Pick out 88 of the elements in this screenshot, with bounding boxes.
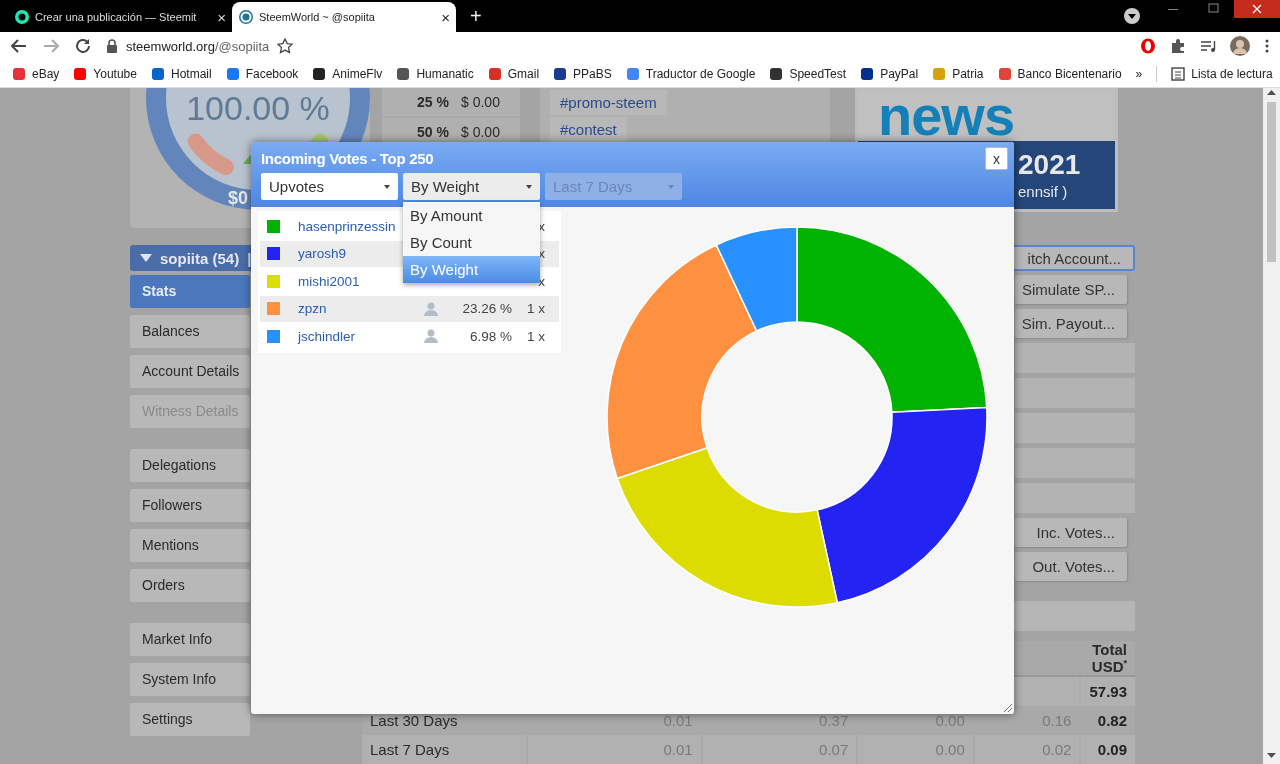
playlist-icon[interactable] — [1200, 38, 1216, 54]
bookmark[interactable]: eBay — [12, 66, 60, 81]
total-cell: 0.82 — [1080, 706, 1135, 735]
resize-grip-icon[interactable] — [1004, 704, 1012, 712]
total-cell: 0.09 — [1080, 735, 1135, 764]
votes-button[interactable]: Inc. Votes... — [1015, 518, 1127, 547]
sidebar-item[interactable]: Market Info — [130, 623, 250, 656]
bookmark[interactable]: Patria — [932, 66, 984, 81]
swirl-icon — [14, 9, 30, 25]
new-tab-button[interactable]: + — [466, 4, 486, 28]
banner-title: news — [877, 91, 1015, 141]
bookmark[interactable]: PPaBS — [553, 66, 612, 81]
count-text: 1 x — [526, 301, 546, 317]
account-name: sopiita (54) — [160, 249, 240, 267]
banner-year: 2021 — [1018, 149, 1081, 181]
browser-tab[interactable]: SteemWorld ~ @sopiita × — [232, 2, 456, 32]
avatar-icon[interactable] — [1230, 36, 1250, 56]
sidebar-item[interactable]: Account Details — [130, 355, 250, 388]
star-icon[interactable] — [277, 38, 294, 54]
browser-tab[interactable]: Crear una publicación — Steemit × — [8, 2, 232, 32]
bookmark[interactable]: Banco Bicentenario — [997, 66, 1122, 81]
row-label: Last 7 Days — [362, 735, 527, 764]
tag-link[interactable]: #contest — [550, 117, 627, 142]
modal-title: Incoming Votes - Top 250 — [261, 149, 434, 169]
bookmark[interactable]: Traductor de Google — [625, 66, 756, 81]
person-icon — [424, 301, 438, 316]
tab-title: Crear una publicación — Steemit — [35, 11, 198, 23]
scroll-down-icon[interactable] — [1267, 752, 1276, 760]
dropdown-option[interactable]: By Amount — [403, 202, 540, 229]
reading-list-button[interactable]: Lista de lectura — [1171, 66, 1273, 81]
gauge-reading: 100.00 % — [186, 89, 330, 127]
tab-close-button[interactable]: × — [441, 8, 450, 26]
total-cell: 57.93 — [1080, 676, 1135, 706]
url-text: steemworld.org/@sopiita — [126, 38, 270, 54]
reload-icon[interactable] — [74, 37, 92, 55]
bookmark[interactable]: Hotmail — [150, 66, 212, 81]
sidebar-item[interactable]: Delegations — [130, 449, 250, 482]
tab-title: SteemWorld ~ @sopiita — [259, 11, 376, 23]
bookmark[interactable]: PayPal — [860, 66, 919, 81]
sidebar-item[interactable]: Stats — [130, 275, 250, 308]
dropdown-select[interactable]: Upvotes — [261, 173, 398, 200]
value-cell: $ 0.00 — [457, 88, 520, 118]
bookmark[interactable]: SpeedTest — [769, 66, 847, 81]
tool-button[interactable]: Simulate SP... — [1015, 275, 1127, 304]
dropdown-select[interactable]: By Weight — [403, 173, 540, 200]
sidebar-item[interactable]: Settings — [130, 703, 250, 736]
sidebar-item[interactable]: System Info — [130, 663, 250, 696]
bookmark[interactable]: Facebook — [225, 66, 299, 81]
sidebar-item[interactable]: Balances — [130, 315, 250, 348]
lock-icon — [106, 39, 118, 53]
sidebar-item[interactable]: Mentions — [130, 529, 250, 562]
more-menu-icon[interactable] — [1264, 38, 1270, 54]
caret-icon — [140, 254, 152, 262]
column-header: Total USD$^{*}$ — [1080, 641, 1135, 676]
scroll-thumb[interactable] — [1267, 102, 1276, 262]
address-field[interactable]: steemworld.org/@sopiita — [106, 33, 1126, 59]
voter-link[interactable]: zpzn — [286, 301, 424, 317]
caret-icon — [384, 184, 390, 189]
close-button[interactable]: x — [985, 147, 1008, 170]
opera-icon[interactable] — [1140, 38, 1156, 54]
caret-icon — [668, 184, 674, 189]
tool-button[interactable]: Sim. Payout... — [1015, 309, 1127, 338]
more-bookmarks-button[interactable]: » — [1135, 66, 1143, 81]
bookmark[interactable]: Youtube — [73, 66, 137, 81]
tab-close-button[interactable]: × — [217, 8, 226, 26]
sidebar-item[interactable]: Orders — [130, 569, 250, 602]
tag-link[interactable]: #promo-steem — [550, 90, 667, 115]
person-icon — [424, 329, 438, 344]
votes-button[interactable]: Out. Votes... — [1015, 552, 1127, 581]
banner-credit: ennsif ) — [1018, 183, 1068, 200]
back-icon[interactable] — [10, 37, 28, 55]
percent-text: 6.98 % — [468, 328, 513, 344]
gauge-amount: $0 — [228, 188, 249, 208]
puzzle-icon[interactable] — [1170, 38, 1186, 54]
globe-icon — [238, 9, 254, 25]
count-text: 1 x — [526, 328, 546, 344]
voter-link[interactable]: jschindler — [286, 328, 424, 344]
separator-text: | — [247, 249, 252, 267]
sidebar-item[interactable]: Followers — [130, 489, 250, 522]
bookmark[interactable]: Humanatic — [396, 66, 474, 81]
dropdown-option[interactable]: By Count — [403, 229, 540, 256]
bookmark[interactable]: Gmail — [487, 66, 540, 81]
caret-icon — [526, 184, 532, 189]
scrollbar[interactable] — [1263, 88, 1280, 764]
list-icon — [1171, 66, 1186, 81]
percent-cell: 25 % — [382, 88, 457, 118]
percent-text: 23.26 % — [461, 301, 513, 317]
bookmark[interactable]: AnimeFlv — [312, 66, 383, 81]
